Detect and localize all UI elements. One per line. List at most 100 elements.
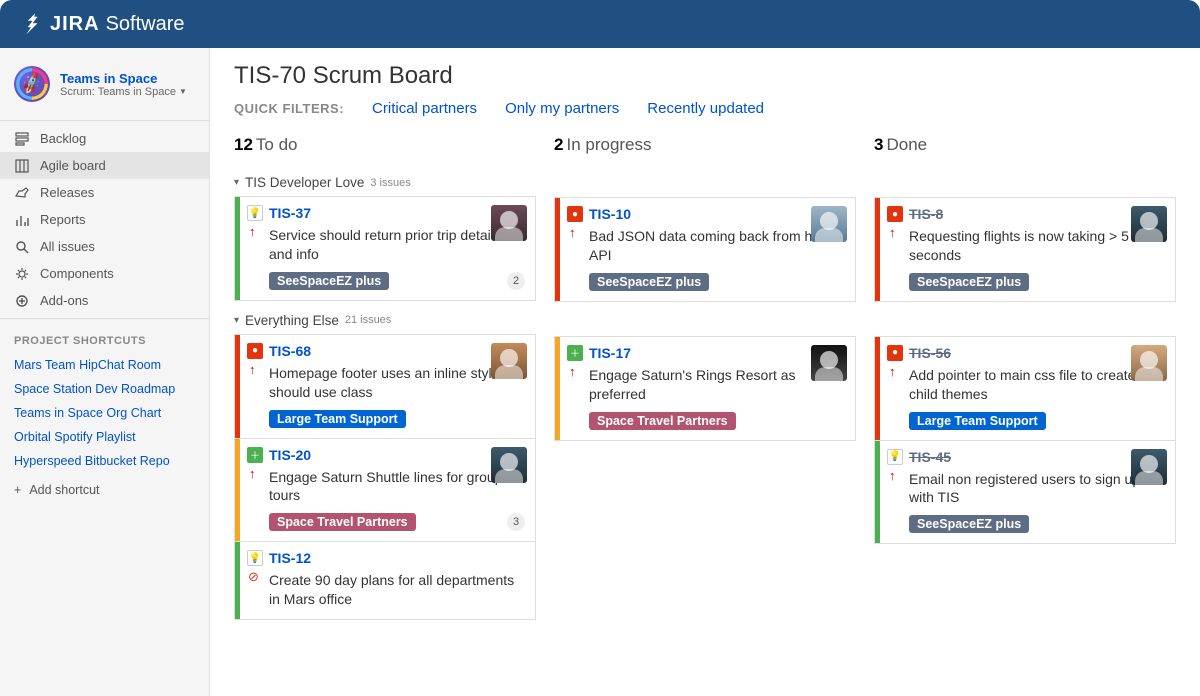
- nav-item-components[interactable]: Components: [0, 260, 209, 287]
- shortcuts-section-label: PROJECT SHORTCUTS: [0, 323, 209, 353]
- issue-key-link[interactable]: TIS-8: [909, 206, 943, 222]
- bug-icon: ●: [247, 343, 263, 359]
- card-stripe: [875, 441, 880, 544]
- card-stripe: [235, 439, 240, 542]
- issue-summary: Create 90 day plans for all departments …: [269, 571, 525, 609]
- project-header[interactable]: 🚀 Teams in Space Scrum: Teams in Space ▼: [0, 58, 209, 116]
- app-header: JIRA Software: [0, 0, 1200, 48]
- nav-item-add-ons[interactable]: Add-ons: [0, 287, 209, 314]
- swimlane-header[interactable]: ▾Everything Else21 issues: [234, 313, 536, 328]
- assignee-avatar[interactable]: [1131, 206, 1167, 242]
- jira-icon: [18, 11, 44, 37]
- epic-tag[interactable]: SeeSpaceEZ plus: [269, 272, 389, 290]
- epic-tag[interactable]: Space Travel Partners: [589, 412, 736, 430]
- assignee-avatar[interactable]: [1131, 449, 1167, 485]
- epic-tag[interactable]: Large Team Support: [269, 410, 406, 428]
- idea-icon: 💡: [247, 550, 263, 566]
- card-stripe: [235, 197, 240, 300]
- chevron-down-icon: ▼: [179, 87, 187, 96]
- column-header-todo: 12To do: [234, 135, 536, 161]
- nav-item-label: Add-ons: [40, 293, 88, 308]
- issue-summary: Email non registered users to sign up wi…: [909, 470, 1165, 508]
- issue-summary: Bad JSON data coming back from hotel API: [589, 227, 845, 265]
- add-shortcut-button[interactable]: + Add shortcut: [0, 473, 209, 507]
- jira-logo[interactable]: JIRA Software: [18, 11, 185, 37]
- subtask-count-badge: 3: [507, 513, 525, 531]
- swimlane-header[interactable]: ▾TIS Developer Love3 issues: [234, 175, 536, 190]
- assignee-avatar[interactable]: [811, 345, 847, 381]
- nav-item-label: All issues: [40, 239, 95, 254]
- epic-tag[interactable]: SeeSpaceEZ plus: [909, 515, 1029, 533]
- card-stripe: [875, 198, 880, 301]
- priority-high-icon: ↑: [889, 225, 901, 240]
- nav-item-all-issues[interactable]: All issues: [0, 233, 209, 260]
- issue-key-link[interactable]: TIS-10: [589, 206, 631, 222]
- quick-filter-link[interactable]: Critical partners: [372, 100, 477, 117]
- issue-card[interactable]: 💡TIS-45↑Email non registered users to si…: [874, 441, 1176, 545]
- assignee-avatar[interactable]: [811, 206, 847, 242]
- issue-card[interactable]: ＋TIS-20↑Engage Saturn Shuttle lines for …: [234, 439, 536, 543]
- assignee-avatar[interactable]: [491, 447, 527, 483]
- shortcut-link[interactable]: Mars Team HipChat Room: [0, 353, 209, 377]
- story-icon: ＋: [247, 447, 263, 463]
- issue-key-link[interactable]: TIS-45: [909, 449, 951, 465]
- epic-tag[interactable]: Large Team Support: [909, 412, 1046, 430]
- issue-key-link[interactable]: TIS-37: [269, 205, 311, 221]
- shortcut-link[interactable]: Orbital Spotify Playlist: [0, 425, 209, 449]
- nav-item-agile-board[interactable]: Agile board: [0, 152, 209, 179]
- plus-icon: +: [14, 483, 21, 497]
- releases-icon: [14, 187, 30, 199]
- issue-card[interactable]: 💡 TIS-12 ⊘ Create 90 day plans for all depa…: [234, 542, 536, 620]
- issue-card[interactable]: 💡TIS-37↑Service should return prior trip…: [234, 196, 536, 301]
- issue-summary: Service should return prior trip details…: [269, 226, 525, 264]
- issue-key-link[interactable]: TIS-68: [269, 343, 311, 359]
- epic-tag[interactable]: SeeSpaceEZ plus: [589, 273, 709, 291]
- assignee-avatar[interactable]: [491, 343, 527, 379]
- shortcut-link[interactable]: Space Station Dev Roadmap: [0, 377, 209, 401]
- issue-summary: Requesting flights is now taking > 5 sec…: [909, 227, 1165, 265]
- bug-icon: ●: [887, 345, 903, 361]
- nav-item-reports[interactable]: Reports: [0, 206, 209, 233]
- epic-tag[interactable]: SeeSpaceEZ plus: [909, 273, 1029, 291]
- subtask-count-badge: 2: [507, 272, 525, 290]
- issue-key-link[interactable]: TIS-17: [589, 345, 631, 361]
- quick-filter-link[interactable]: Only my partners: [505, 100, 619, 117]
- issue-card[interactable]: ●TIS-56↑Add pointer to main css file to …: [874, 336, 1176, 441]
- project-avatar-icon: 🚀: [14, 66, 50, 102]
- priority-blocker-icon: ⊘: [248, 569, 259, 585]
- issue-summary: Engage Saturn's Rings Resort as preferre…: [589, 366, 845, 404]
- issue-summary: Homepage footer uses an inline style-sho…: [269, 364, 525, 402]
- nav-item-releases[interactable]: Releases: [0, 179, 209, 206]
- column-header-inprogress: 2In progress: [554, 135, 856, 161]
- components-icon: [14, 267, 30, 281]
- issue-key-link[interactable]: TIS-12: [269, 550, 311, 566]
- column-todo: 12To do ▾TIS Developer Love3 issues 💡 TIS…: [234, 135, 536, 632]
- priority-high-icon: ↑: [569, 225, 581, 240]
- nav-item-backlog[interactable]: Backlog: [0, 125, 209, 152]
- issue-card[interactable]: ●TIS-10↑Bad JSON data coming back from h…: [554, 197, 856, 302]
- issue-card[interactable]: ＋TIS-17↑Engage Saturn's Rings Resort as …: [554, 336, 856, 441]
- epic-tag[interactable]: Space Travel Partners: [269, 513, 416, 531]
- shortcut-link[interactable]: Hyperspeed Bitbucket Repo: [0, 449, 209, 473]
- product-name-light: Software: [106, 13, 185, 36]
- card-stripe: [235, 542, 240, 619]
- idea-icon: 💡: [247, 205, 263, 221]
- assignee-avatar[interactable]: [491, 205, 527, 241]
- story-icon: ＋: [567, 345, 583, 361]
- card-stripe: [555, 198, 560, 301]
- bug-icon: ●: [887, 206, 903, 222]
- nav-item-label: Releases: [40, 185, 94, 200]
- search-icon: [14, 240, 30, 254]
- issue-key-link[interactable]: TIS-20: [269, 447, 311, 463]
- issue-card[interactable]: ● TIS-8 ↑ Requesting flights is now taking …: [874, 197, 1176, 302]
- issue-key-link[interactable]: TIS-56: [909, 345, 951, 361]
- backlog-icon: [14, 132, 30, 146]
- shortcut-link[interactable]: Teams in Space Org Chart: [0, 401, 209, 425]
- assignee-avatar[interactable]: [1131, 345, 1167, 381]
- card-stripe: [875, 337, 880, 440]
- quick-filters-label: QUICK FILTERS:: [234, 101, 344, 116]
- issue-card[interactable]: ●TIS-68↑Homepage footer uses an inline s…: [234, 334, 536, 439]
- project-subtitle[interactable]: Scrum: Teams in Space ▼: [60, 86, 187, 98]
- quick-filter-link[interactable]: Recently updated: [647, 100, 764, 117]
- chevron-down-icon: ▾: [234, 177, 239, 188]
